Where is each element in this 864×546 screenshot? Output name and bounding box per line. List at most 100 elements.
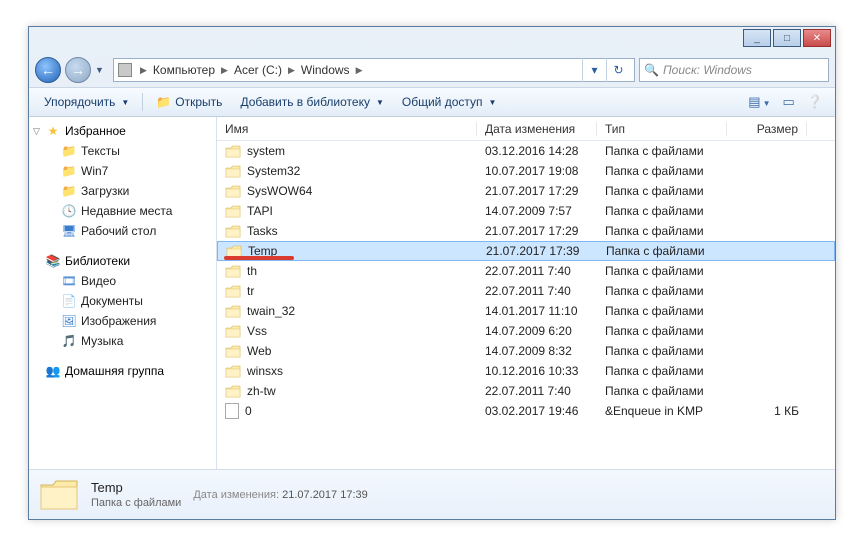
file-type: Папка с файлами (597, 164, 727, 178)
file-type: Папка с файлами (597, 184, 727, 198)
file-name: winsxs (247, 364, 283, 378)
close-button[interactable]: ✕ (803, 29, 831, 47)
maximize-button[interactable]: □ (773, 29, 801, 47)
view-options-button[interactable]: ▤▼ (742, 91, 776, 113)
file-row[interactable]: SysWOW6421.07.2017 17:29Папка с файлами (217, 181, 835, 201)
organize-button[interactable]: Упорядочить▼ (35, 91, 138, 113)
minimize-button[interactable]: _ (743, 29, 771, 47)
breadcrumb-sep[interactable]: ▶ (286, 65, 297, 76)
sidebar-item-downloads[interactable]: 📁Загрузки (29, 181, 216, 201)
sidebar-item-win7[interactable]: 📁Win7 (29, 161, 216, 181)
search-box[interactable]: 🔍 Поиск: Windows (639, 58, 829, 82)
sidebar-item-documents[interactable]: 📄Документы (29, 291, 216, 311)
sidebar-item-pictures[interactable]: 🖼Изображения (29, 311, 216, 331)
file-row[interactable]: System3210.07.2017 19:08Папка с файлами (217, 161, 835, 181)
sidebar-item-texts[interactable]: 📁Тексты (29, 141, 216, 161)
folder-icon (225, 225, 241, 238)
homegroup-icon: 👥 (45, 363, 61, 379)
folder-icon (225, 365, 241, 378)
chevron-down-icon: ▼ (121, 98, 129, 107)
file-row[interactable]: Temp21.07.2017 17:39Папка с файлами (217, 241, 835, 261)
address-bar[interactable]: ▶ Компьютер ▶ Acer (C:) ▶ Windows ▶ ▾ ↻ (113, 58, 635, 82)
folder-icon: 📁 (156, 95, 171, 109)
breadcrumb-sep[interactable]: ▶ (354, 65, 365, 76)
open-button[interactable]: 📁Открыть (147, 91, 231, 113)
breadcrumb-drive[interactable]: Acer (C:) (230, 63, 286, 77)
column-header-name[interactable]: Имя (217, 122, 477, 136)
file-date: 22.07.2011 7:40 (477, 384, 597, 398)
file-row[interactable]: twain_3214.01.2017 11:10Папка с файлами (217, 301, 835, 321)
details-folder-icon (39, 477, 79, 513)
star-icon: ★ (45, 123, 61, 139)
folder-icon: 📁 (61, 143, 77, 159)
file-row[interactable]: Tasks21.07.2017 17:29Папка с файлами (217, 221, 835, 241)
column-header-date[interactable]: Дата изменения (477, 122, 597, 136)
file-row[interactable]: winsxs10.12.2016 10:33Папка с файлами (217, 361, 835, 381)
file-type: Папка с файлами (597, 224, 727, 238)
highlight-line (224, 256, 294, 260)
sidebar-item-recent[interactable]: 🕓Недавние места (29, 201, 216, 221)
back-button[interactable]: ← (35, 57, 61, 83)
file-date: 21.07.2017 17:29 (477, 184, 597, 198)
address-dropdown[interactable]: ▾ (582, 58, 606, 82)
preview-pane-button[interactable]: ▭ (777, 91, 801, 113)
breadcrumb-computer[interactable]: Компьютер (149, 63, 219, 77)
favorites-header[interactable]: ▽ ★ Избранное (29, 121, 216, 141)
file-type: &Enqueue in KMP (597, 404, 727, 418)
search-icon: 🔍 (644, 63, 659, 77)
titlebar: _ □ ✕ (29, 27, 835, 53)
file-list[interactable]: system03.12.2016 14:28Папка с файламиSys… (217, 141, 835, 469)
file-name: th (247, 264, 257, 278)
minimize-icon: _ (754, 33, 760, 44)
column-header-type[interactable]: Тип (597, 122, 727, 136)
column-header-size[interactable]: Размер (727, 122, 807, 136)
file-name: system (247, 144, 285, 158)
music-icon: 🎵 (61, 333, 77, 349)
file-row[interactable]: zh-tw22.07.2011 7:40Папка с файлами (217, 381, 835, 401)
forward-button[interactable]: → (65, 57, 91, 83)
share-button[interactable]: Общий доступ▼ (393, 91, 506, 113)
file-type: Папка с файлами (597, 284, 727, 298)
chevron-down-icon: ▼ (376, 98, 384, 107)
file-row[interactable]: Web14.07.2009 8:32Папка с файлами (217, 341, 835, 361)
libraries-header[interactable]: 📚 Библиотеки (29, 251, 216, 271)
homegroup-header[interactable]: 👥 Домашняя группа (29, 361, 216, 381)
breadcrumb-sep[interactable]: ▶ (219, 65, 230, 76)
sidebar-item-desktop[interactable]: 🖥Рабочий стол (29, 221, 216, 241)
toolbar-separator (142, 93, 143, 111)
file-date: 22.07.2011 7:40 (477, 264, 597, 278)
help-button[interactable]: ❔ (801, 91, 829, 113)
details-date-value: 21.07.2017 17:39 (282, 489, 368, 501)
file-type: Папка с файлами (597, 364, 727, 378)
file-row[interactable]: Vss14.07.2009 6:20Папка с файлами (217, 321, 835, 341)
refresh-button[interactable]: ↻ (606, 58, 630, 82)
file-row[interactable]: TAPI14.07.2009 7:57Папка с файлами (217, 201, 835, 221)
drive-icon (118, 63, 132, 77)
file-type: Папка с файлами (598, 244, 728, 258)
folder-icon (225, 185, 241, 198)
pictures-icon: 🖼 (61, 313, 77, 329)
column-headers: Имя Дата изменения Тип Размер (217, 117, 835, 141)
recent-icon: 🕓 (61, 203, 77, 219)
sidebar-item-video[interactable]: 🎞Видео (29, 271, 216, 291)
file-icon (225, 403, 239, 419)
file-row[interactable]: th22.07.2011 7:40Папка с файлами (217, 261, 835, 281)
search-placeholder: Поиск: Windows (663, 63, 752, 77)
file-type: Папка с файлами (597, 344, 727, 358)
nav-history-dropdown[interactable]: ▼ (95, 65, 109, 75)
sidebar-item-music[interactable]: 🎵Музыка (29, 331, 216, 351)
folder-icon (225, 205, 241, 218)
folder-icon (225, 305, 241, 318)
breadcrumb-folder[interactable]: Windows (297, 63, 354, 77)
file-date: 21.07.2017 17:39 (478, 244, 598, 258)
file-type: Папка с файлами (597, 304, 727, 318)
file-date: 03.02.2017 19:46 (477, 404, 597, 418)
file-row[interactable]: 003.02.2017 19:46&Enqueue in KMP1 КБ (217, 401, 835, 421)
file-row[interactable]: system03.12.2016 14:28Папка с файлами (217, 141, 835, 161)
file-row[interactable]: tr22.07.2011 7:40Папка с файлами (217, 281, 835, 301)
libraries-group: 📚 Библиотеки 🎞Видео 📄Документы 🖼Изображе… (29, 251, 216, 351)
breadcrumb-sep[interactable]: ▶ (138, 65, 149, 76)
add-to-library-button[interactable]: Добавить в библиотеку▼ (231, 91, 392, 113)
file-name: twain_32 (247, 304, 295, 318)
file-date: 14.07.2009 6:20 (477, 324, 597, 338)
